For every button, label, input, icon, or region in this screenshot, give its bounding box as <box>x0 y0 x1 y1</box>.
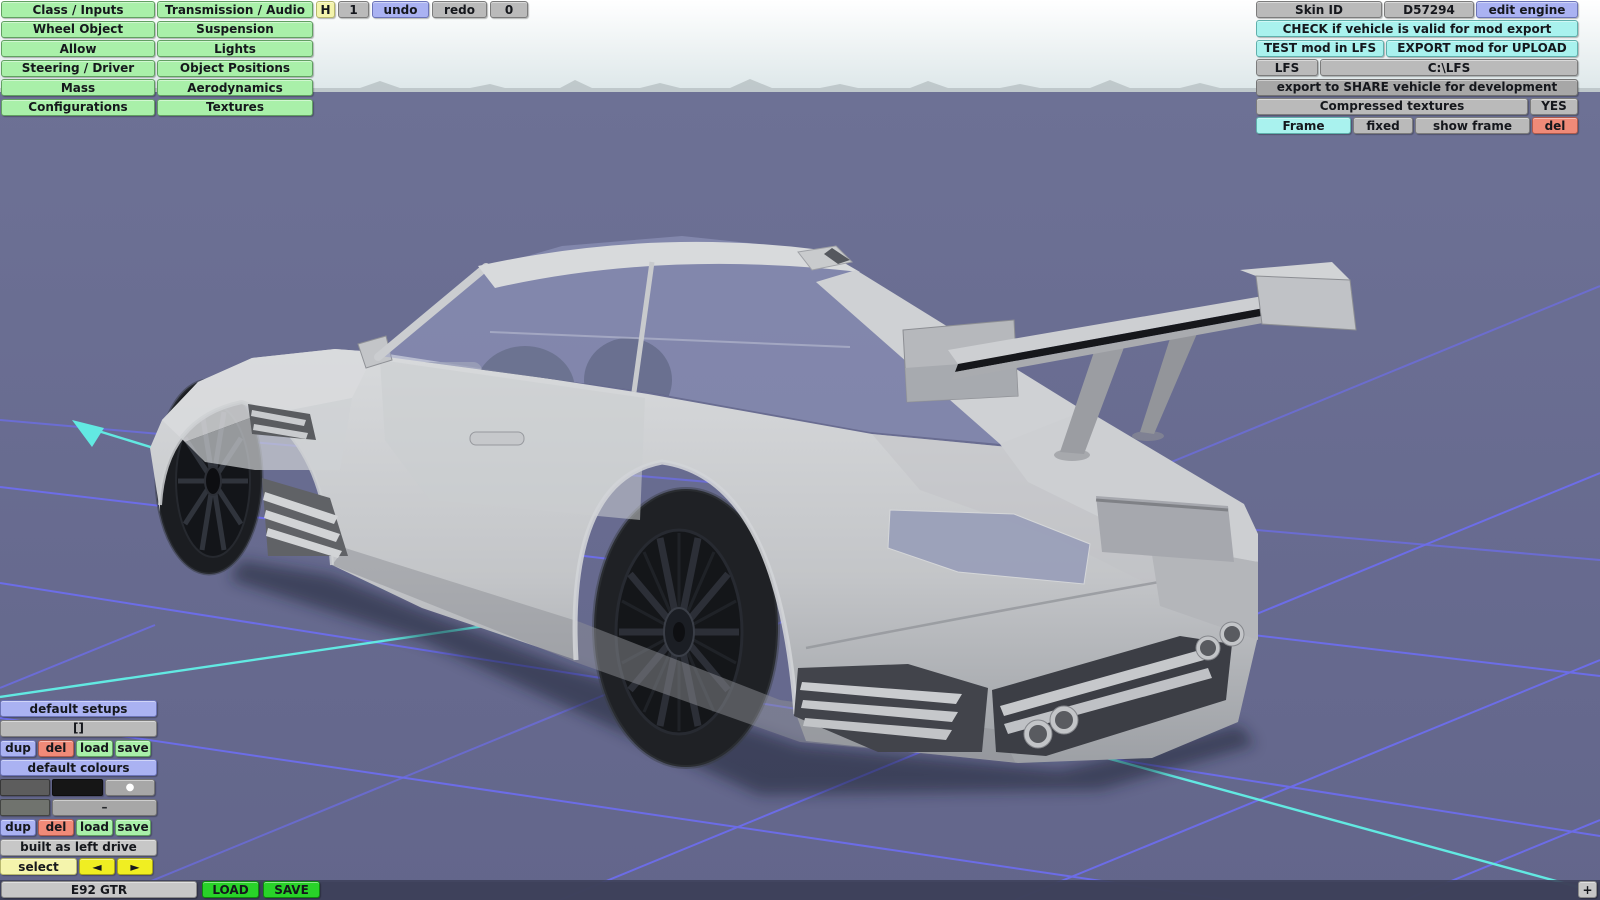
undo-button[interactable]: undo <box>372 1 429 18</box>
lfs-button[interactable]: LFS <box>1256 59 1318 77</box>
menu-item-class-inputs[interactable]: Class / Inputs <box>1 1 155 18</box>
compressed-textures-toggle[interactable]: YES <box>1530 97 1578 115</box>
compressed-textures-label[interactable]: Compressed textures <box>1256 97 1528 115</box>
default-colours-header[interactable]: default colours <box>0 759 157 777</box>
menu-item-mass[interactable]: Mass <box>1 79 155 96</box>
history-h-button[interactable]: H <box>316 1 335 18</box>
fixed-button[interactable]: fixed <box>1353 117 1413 135</box>
setup-del-button[interactable]: del <box>38 739 74 757</box>
skin-id-label[interactable]: Skin ID <box>1256 1 1382 18</box>
menu-item-aerodynamics[interactable]: Aerodynamics <box>157 79 313 96</box>
built-as-left-drive-toggle[interactable]: built as left drive <box>0 838 157 856</box>
menu-item-allow[interactable]: Allow <box>1 40 155 57</box>
colour-save-button[interactable]: save <box>115 818 151 836</box>
menu-item-steering-driver[interactable]: Steering / Driver <box>1 59 155 77</box>
colour-dot-button[interactable]: ● <box>105 779 155 797</box>
save-vehicle-button[interactable]: SAVE <box>263 881 320 898</box>
menu-item-transmission-audio[interactable]: Transmission / Audio <box>157 1 313 18</box>
next-arrow-button[interactable]: ► <box>117 858 153 876</box>
default-setups-header[interactable]: default setups <box>0 700 157 717</box>
menu-item-textures[interactable]: Textures <box>157 98 313 116</box>
bottom-bar: E92 GTR LOAD SAVE + <box>0 880 1600 900</box>
redo-button[interactable]: redo <box>432 1 487 18</box>
show-frame-button[interactable]: show frame <box>1415 117 1530 135</box>
frame-del-button[interactable]: del <box>1532 117 1578 135</box>
add-button[interactable]: + <box>1578 881 1597 898</box>
setup-dup-button[interactable]: dup <box>0 739 36 757</box>
history-step-value[interactable]: 1 <box>338 1 369 18</box>
prev-arrow-button[interactable]: ◄ <box>79 858 115 876</box>
menu-item-lights[interactable]: Lights <box>157 40 313 57</box>
menu-item-configurations[interactable]: Configurations <box>1 98 155 116</box>
colour-del-button[interactable]: del <box>38 818 74 836</box>
lfs-vehicle-editor: Class / Inputs Transmission / Audio Whee… <box>0 0 1600 900</box>
menu-item-object-positions[interactable]: Object Positions <box>157 59 313 77</box>
history-bar: H 1 undo redo 0 <box>316 1 528 18</box>
export-mod-button[interactable]: EXPORT mod for UPLOAD <box>1386 39 1578 57</box>
frame-button[interactable]: Frame <box>1256 117 1351 135</box>
setup-save-button[interactable]: save <box>115 739 151 757</box>
skin-id-value[interactable]: D57294 <box>1384 1 1474 18</box>
export-panel: Skin ID D57294 edit engine CHECK if vehi… <box>1256 1 1578 137</box>
menu-item-wheel-object[interactable]: Wheel Object <box>1 20 155 38</box>
setup-name-field[interactable]: [] <box>0 719 157 737</box>
select-button[interactable]: select <box>0 858 77 876</box>
colour-dup-button[interactable]: dup <box>0 818 36 836</box>
menu-item-suspension[interactable]: Suspension <box>157 20 313 38</box>
load-vehicle-button[interactable]: LOAD <box>202 881 259 898</box>
main-menu: Class / Inputs Transmission / Audio Whee… <box>1 1 313 118</box>
colour-swatch-3[interactable] <box>0 798 50 816</box>
share-export-button[interactable]: export to SHARE vehicle for development <box>1256 78 1578 96</box>
history-zero-button[interactable]: 0 <box>490 1 528 18</box>
colour-load-button[interactable]: load <box>76 818 113 836</box>
door-handle <box>469 431 525 446</box>
lfs-path-field[interactable]: C:\LFS <box>1320 59 1578 77</box>
setups-panel: default setups [] dup del load save defa… <box>0 700 157 878</box>
colour-swatch-2[interactable] <box>52 779 103 797</box>
edit-engine-button[interactable]: edit engine <box>1476 1 1578 18</box>
vehicle-name-button[interactable]: E92 GTR <box>1 881 197 898</box>
test-mod-button[interactable]: TEST mod in LFS <box>1256 39 1384 57</box>
colour-dash-button[interactable]: – <box>52 798 157 816</box>
check-valid-button[interactable]: CHECK if vehicle is valid for mod export <box>1256 20 1578 38</box>
setup-load-button[interactable]: load <box>76 739 113 757</box>
colour-swatch-1[interactable] <box>0 779 50 797</box>
